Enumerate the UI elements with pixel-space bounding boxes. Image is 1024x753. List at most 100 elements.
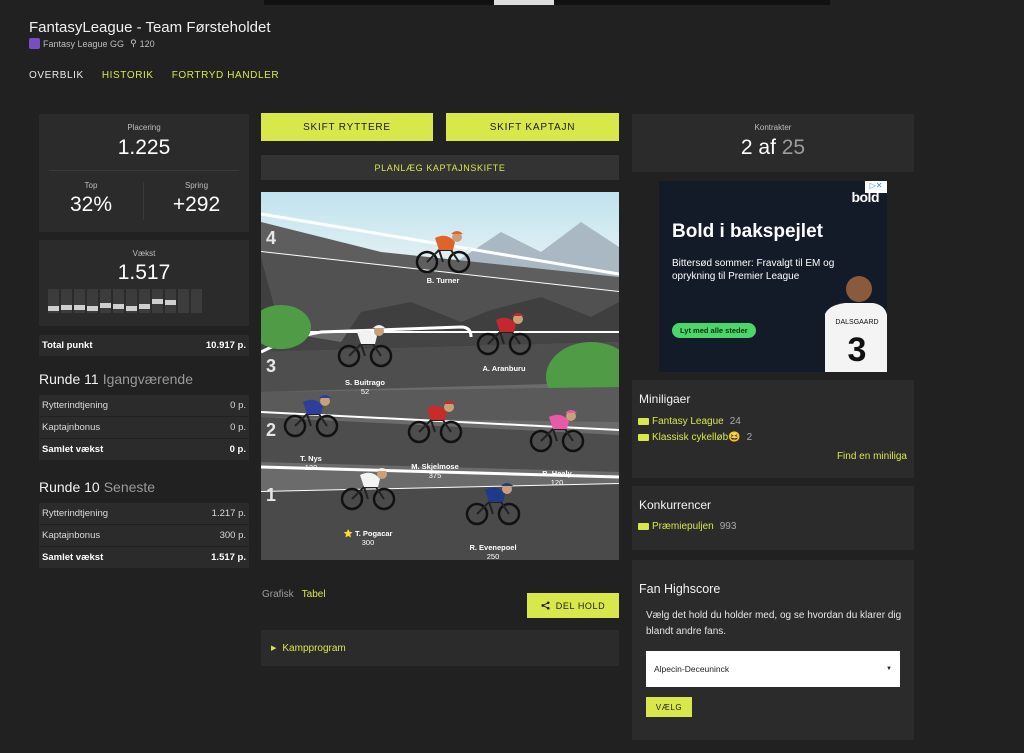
placering-card: Placering 1.225 Top 32% Spring +292: [39, 114, 249, 232]
tab-historik[interactable]: HISTORIK: [102, 70, 154, 81]
ad-cta-button[interactable]: Lyt med alle steder: [672, 323, 756, 338]
growth-bar: [113, 289, 124, 313]
team-field: 4 3 2 1 B. Turner S. Buitrago 52 A. Aranbur…: [261, 192, 619, 560]
advertisement[interactable]: ▷✕ bold Bold i bakspejlet Bittersød somm…: [659, 181, 887, 372]
rider-name: B. Turner: [426, 276, 460, 285]
growth-bar: [87, 289, 98, 313]
league-name[interactable]: Fantasy League GG: [43, 39, 124, 49]
row-value: 300 p.: [219, 530, 246, 541]
kampprogram-label: Kampprogram: [282, 642, 346, 654]
round11-status: Igangværende: [102, 371, 193, 387]
kampprogram-toggle[interactable]: ▶ Kampprogram: [261, 630, 619, 666]
growth-bar: [191, 289, 202, 313]
page-title: FantasyLeague - Team Førsteholdet: [29, 19, 271, 36]
table-row: Kaptajnbonus 300 p.: [39, 525, 249, 546]
top-value: 32%: [69, 193, 113, 216]
round10-title: Runde 10: [39, 479, 100, 495]
rider-figure[interactable]: [474, 310, 534, 356]
list-item[interactable]: Klassisk cykelløb😆 2: [638, 432, 752, 443]
tab-overblik[interactable]: OVERBLIK: [29, 70, 84, 81]
skift-ryttere-button[interactable]: SKIFT RYTTERE: [261, 113, 433, 141]
tab-fortryd-handler[interactable]: FORTRYD HANDLER: [172, 70, 280, 81]
kontrakter-max: 25: [781, 136, 806, 159]
list-item[interactable]: Præmiepuljen 993: [638, 521, 736, 532]
rider-name: B. Healy: [542, 469, 572, 478]
row-number: 3: [266, 356, 277, 376]
tab-tabel[interactable]: Tabel: [302, 589, 326, 600]
tab-grafisk[interactable]: Grafisk: [262, 589, 294, 600]
skift-kaptajn-button[interactable]: SKIFT KAPTAJN: [446, 113, 619, 141]
team-select[interactable]: Alpecin-Deceuninck ▼: [646, 651, 900, 687]
rider-price: 120: [550, 478, 564, 487]
growth-bar: [165, 289, 176, 313]
round11-header: Runde 11 Igangværende: [39, 363, 249, 395]
row-label: Samlet vækst: [42, 444, 104, 455]
del-hold-button[interactable]: DEL HOLD: [527, 593, 619, 618]
table-row: Kaptajnbonus 0 p.: [39, 417, 249, 438]
row-label: Samlet vækst: [42, 552, 104, 563]
rider-figure[interactable]: [405, 398, 465, 444]
competition-count: 993: [719, 521, 737, 532]
vaekst-value: 1.517: [117, 261, 171, 284]
row-label: Rytterindtjening: [42, 400, 109, 411]
round11-title: Runde 11: [39, 371, 99, 387]
ad-brand-logo: bold: [851, 189, 879, 205]
top-label: Top: [84, 181, 98, 190]
minileague-name[interactable]: Fantasy League: [652, 416, 724, 427]
vaekst-card: Vækst 1.517: [39, 240, 249, 326]
minileague-count: 2: [746, 432, 753, 443]
spring-label: Spring: [184, 181, 209, 190]
rider-label[interactable]: B. Healy 120: [512, 469, 602, 487]
share-icon: [541, 601, 550, 610]
competition-name[interactable]: Præmiepuljen: [652, 521, 714, 532]
growth-bar: [139, 289, 150, 313]
rider-label[interactable]: M. Skjelmose 375: [390, 462, 480, 480]
growth-bar: [126, 289, 137, 313]
round10-header: Runde 10 Seneste: [39, 471, 249, 503]
miniligaer-title: Miniligaer: [639, 392, 691, 406]
rider-figure[interactable]: [335, 322, 395, 368]
growth-bar: [178, 289, 189, 313]
rider-figure[interactable]: [338, 465, 398, 511]
growth-bar: [100, 289, 111, 313]
rider-name: M. Skjelmose: [411, 462, 459, 471]
round10-status: Seneste: [103, 479, 156, 495]
kontrakter-value: 2 af 25: [632, 136, 914, 160]
growth-bar: [74, 289, 85, 313]
league-members: 120: [139, 38, 155, 49]
konkurrencer-title: Konkurrencer: [639, 498, 712, 512]
league-icon: [29, 38, 40, 49]
total-row: Total punkt 10.917 p.: [39, 335, 249, 356]
konkurrencer-card: Konkurrencer Præmiepuljen 993: [632, 486, 914, 550]
rider-name: ⭐ T. Pogacar: [343, 529, 393, 538]
planlaeg-kaptajnskifte-button[interactable]: PLANLÆG KAPTAJNSKIFTE: [261, 155, 619, 180]
members-icon: ⚲: [130, 38, 137, 48]
rider-name: T. Nys: [300, 454, 322, 463]
minileague-name[interactable]: Klassisk cykelløb😆: [652, 432, 741, 443]
rider-price: 300: [361, 538, 375, 547]
table-row: Rytterindtjening 0 p.: [39, 395, 249, 416]
rider-figure[interactable]: [281, 392, 341, 438]
rider-figure[interactable]: [463, 480, 523, 526]
row-number: 2: [266, 420, 277, 440]
rider-figure[interactable]: [527, 407, 587, 453]
placering-label: Placering: [127, 123, 161, 132]
ad-shirt-name: DALSGAARD: [835, 319, 878, 326]
ad-player-image: DALSGAARD 3: [825, 276, 887, 372]
view-tabs: Grafisk Tabel: [262, 589, 326, 600]
divider: [49, 170, 239, 171]
del-hold-label: DEL HOLD: [555, 600, 606, 611]
table-row: Rytterindtjening 1.217 p.: [39, 503, 249, 524]
total-label: Total punkt: [42, 340, 93, 351]
rider-label[interactable]: A. Aranburu: [459, 364, 549, 373]
rider-figure[interactable]: [413, 228, 473, 274]
rider-label[interactable]: R. Evenepoel 250: [448, 543, 538, 560]
rider-label[interactable]: ⭐ T. Pogacar 300: [323, 529, 413, 547]
list-item[interactable]: Fantasy League 24: [638, 416, 741, 427]
rider-label[interactable]: B. Turner: [398, 276, 488, 285]
find-miniliga-link[interactable]: Find en miniliga: [837, 451, 907, 462]
fan-highscore-card: Fan Highscore Vælg det hold du holder me…: [632, 560, 914, 740]
kontrakter-label: Kontrakter: [754, 123, 792, 132]
growth-bar: [61, 289, 72, 313]
vaelg-button[interactable]: VÆLG: [646, 697, 692, 717]
